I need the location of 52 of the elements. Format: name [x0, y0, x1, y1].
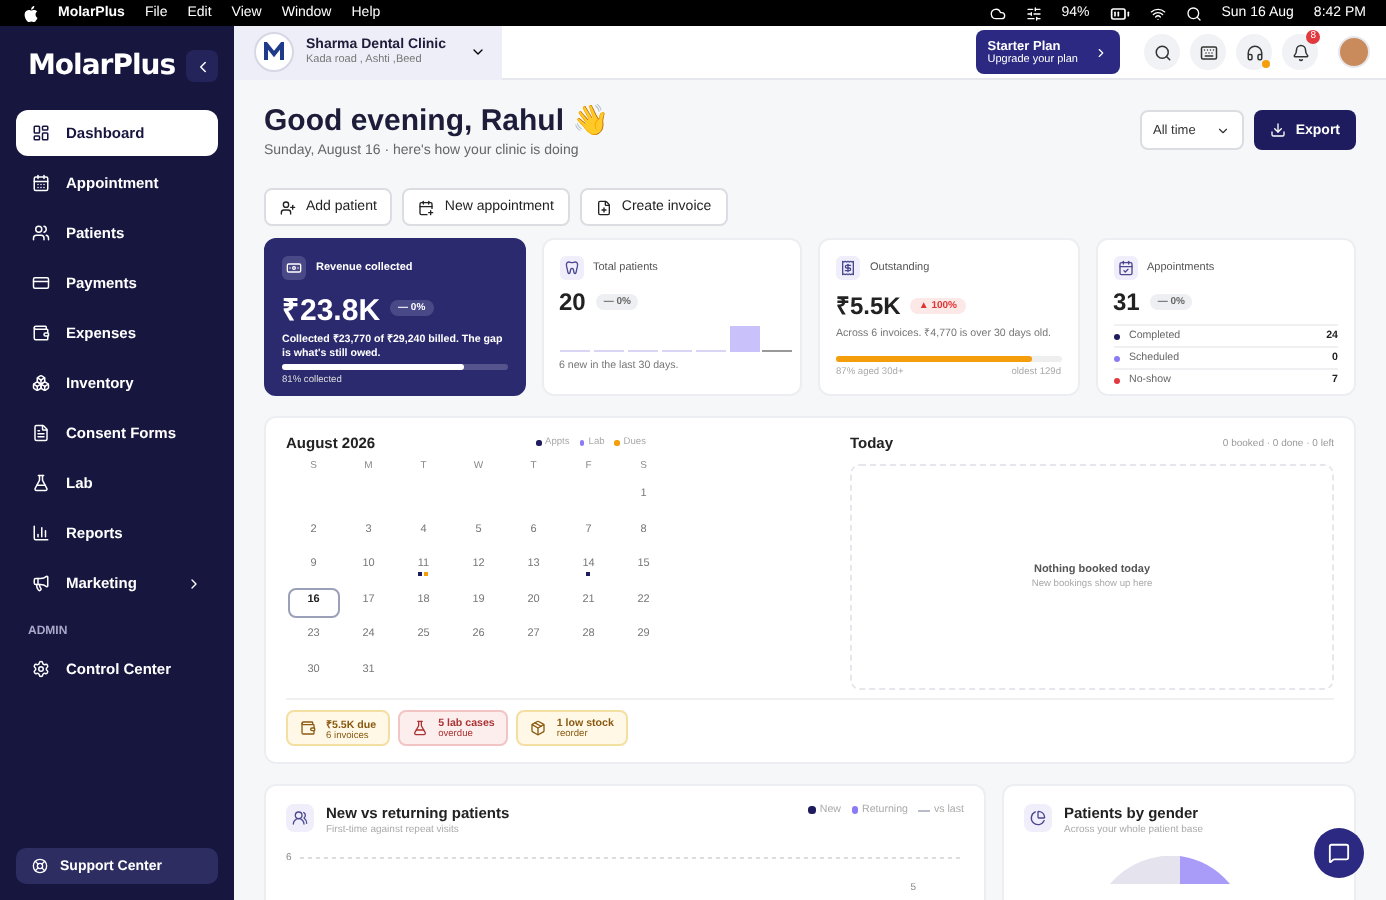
wifi-icon — [1149, 5, 1166, 21]
chat-icon — [1328, 842, 1350, 864]
chevron-down-icon — [1215, 123, 1230, 137]
chevron-right-icon — [186, 575, 202, 591]
stat-value: 20 — [559, 288, 586, 316]
headset-button[interactable] — [1236, 34, 1272, 70]
lifebuoy-icon — [32, 858, 48, 874]
card-icon — [32, 274, 50, 292]
bar-chart-icon — [32, 524, 50, 542]
megaphone-icon — [32, 574, 50, 592]
battery-icon — [1109, 3, 1130, 23]
bell-icon — [1291, 43, 1309, 61]
wallet-icon — [32, 324, 50, 342]
flask-icon — [32, 474, 50, 492]
flask-icon — [412, 720, 429, 736]
people-icon — [32, 224, 50, 242]
file-plus-icon — [595, 199, 612, 215]
greeting-title: Good evening, Rahul 👋 — [264, 102, 611, 138]
stat-value: ₹5.5K — [836, 290, 901, 322]
collapse-button[interactable] — [186, 50, 218, 82]
box-icon — [530, 720, 547, 736]
cloud-icon — [989, 5, 1006, 21]
calendar-plus-icon — [418, 199, 435, 215]
stat-icon — [836, 256, 860, 280]
boxes-icon — [32, 374, 50, 392]
search-icon — [1153, 43, 1171, 61]
stat-value: ₹23.8K — [282, 292, 381, 328]
brand-logo: MolarPlus — [28, 50, 176, 82]
chevron-right-icon — [1094, 45, 1108, 59]
calendar-icon — [32, 174, 50, 192]
stat-value: 31 — [1113, 288, 1140, 316]
users-icon — [286, 804, 314, 832]
keyboard-button[interactable] — [1190, 34, 1226, 70]
status-dot — [1262, 60, 1270, 68]
wallet-icon — [300, 720, 316, 736]
headset-icon — [1245, 43, 1263, 61]
stat-icon — [282, 256, 306, 280]
chevron-down-icon — [470, 44, 487, 60]
stat-icon — [1113, 256, 1137, 280]
document-icon — [32, 424, 50, 442]
pie-chart-icon — [1024, 804, 1052, 832]
keyboard-icon — [1199, 43, 1217, 61]
apple-logo-icon — [24, 5, 38, 21]
dashboard-icon — [32, 124, 50, 142]
add-user-icon — [280, 199, 296, 215]
avatar[interactable] — [1338, 36, 1370, 68]
search-button[interactable] — [1144, 34, 1180, 70]
settings-icon — [32, 660, 50, 678]
sliders-icon — [1025, 5, 1042, 21]
download-icon — [1269, 122, 1286, 138]
clinic-logo — [254, 32, 294, 72]
search-icon[interactable] — [1185, 5, 1202, 21]
